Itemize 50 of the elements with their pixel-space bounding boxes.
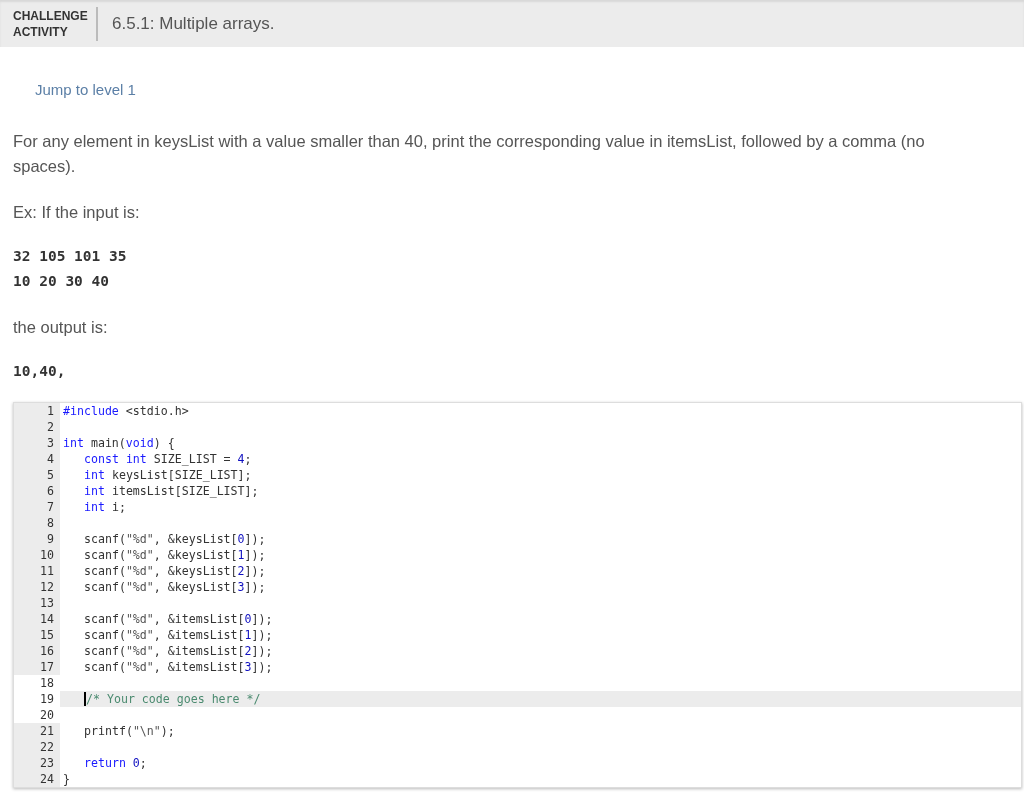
line-number: 4 — [14, 451, 60, 467]
example-output-line: 10,40, — [13, 362, 67, 381]
line-number: 15 — [14, 627, 60, 643]
output-label: the output is: — [13, 318, 109, 337]
activity-title: 6.5.1: Multiple arrays. — [112, 13, 275, 34]
line-number: 12 — [14, 579, 60, 595]
line-number: 8 — [14, 515, 60, 531]
line-number: 10 — [14, 547, 60, 563]
code-line: scanf("%d", &keysList[1]); — [84, 547, 266, 563]
code-line: scanf("%d", &itemsList[0]); — [84, 611, 273, 627]
line-number: 5 — [14, 467, 60, 483]
code-line: scanf("%d", &itemsList[1]); — [84, 627, 273, 643]
code-line: scanf("%d", &keysList[0]); — [84, 531, 266, 547]
code-line: #include <stdio.h> — [63, 403, 189, 419]
example-input-line: 32 105 101 35 — [13, 247, 128, 266]
code-line: int i; — [84, 499, 126, 515]
line-number: 24 — [14, 771, 60, 787]
code-editor[interactable] — [13, 402, 1022, 788]
line-number: 1 — [14, 403, 60, 419]
code-line: /* Your code goes here */ — [86, 691, 261, 707]
code-line: scanf("%d", &keysList[2]); — [84, 563, 266, 579]
line-number: 23 — [14, 755, 60, 771]
line-number: 3 — [14, 435, 60, 451]
prompt-text: For any element in keysList with a value smaller than 40, print the corresponding value in itemsList, followed by a comma (no spaces). — [13, 131, 926, 177]
line-number: 21 — [14, 723, 60, 739]
line-number: 9 — [14, 531, 60, 547]
code-line: } — [63, 771, 70, 787]
line-number: 2 — [14, 419, 60, 435]
line-number: 17 — [14, 659, 60, 675]
example-input-line: 10 20 30 40 — [13, 272, 111, 291]
code-line: const int SIZE_LIST = 4; — [84, 451, 252, 467]
activity-label: CHALLENGE ACTIVITY — [13, 6, 98, 41]
code-line: scanf("%d", &keysList[3]); — [84, 579, 266, 595]
code-line: scanf("%d", &itemsList[3]); — [84, 659, 273, 675]
code-line: int itemsList[SIZE_LIST]; — [84, 483, 259, 499]
line-number: 11 — [14, 563, 60, 579]
code-line: scanf("%d", &itemsList[2]); — [84, 643, 273, 659]
line-number: 7 — [14, 499, 60, 515]
line-number: 14 — [14, 611, 60, 627]
code-line: printf("\n"); — [84, 723, 175, 739]
line-number: 16 — [14, 643, 60, 659]
line-number: 13 — [14, 595, 60, 611]
line-number: 6 — [14, 483, 60, 499]
jump-link[interactable]: Jump to level 1 — [35, 81, 136, 98]
code-line: int keysList[SIZE_LIST]; — [84, 467, 252, 483]
line-number: 22 — [14, 739, 60, 755]
example-label: Ex: If the input is: — [13, 203, 141, 222]
code-line: int main(void) { — [63, 435, 175, 451]
text-cursor — [84, 692, 86, 706]
code-line: return 0; — [84, 755, 147, 771]
